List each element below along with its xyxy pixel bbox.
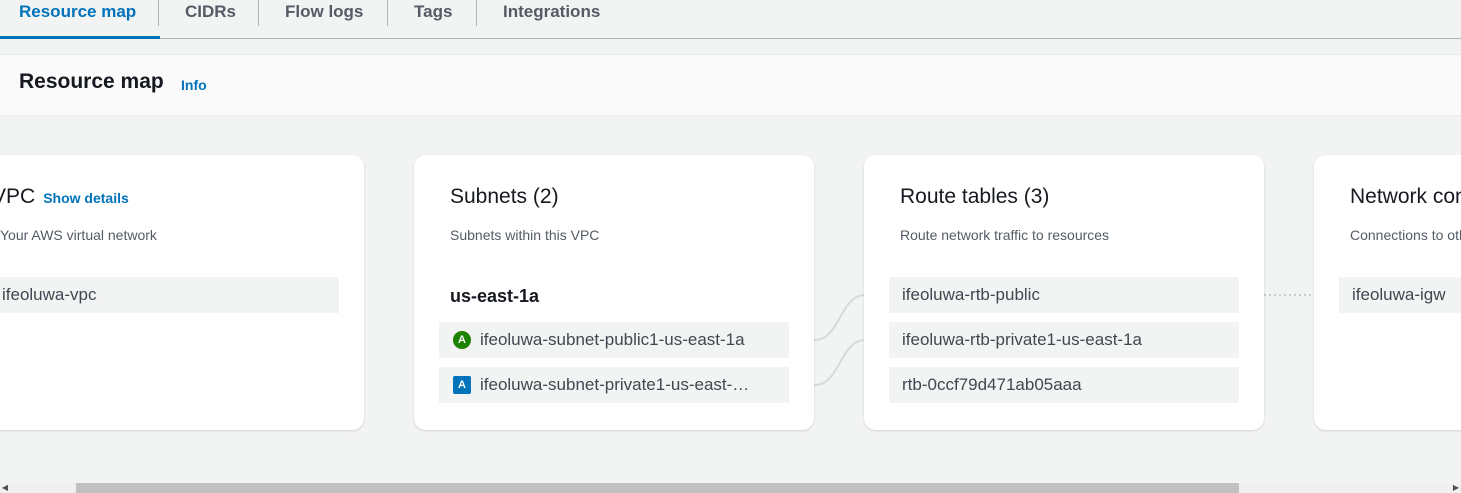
route-table-item-public[interactable]: ifeoluwa-rtb-public [889,277,1239,313]
horizontal-scrollbar[interactable]: ◀ ▶ [0,483,1461,493]
tab-integrations-label: Integrations [503,2,601,21]
network-connections-card: Network connections Connections to other… [1314,155,1461,430]
scroll-left-arrow-icon[interactable]: ◀ [0,483,10,493]
subnets-card-title: Subnets (2) [450,185,559,208]
info-link[interactable]: Info [181,77,207,93]
show-details-link[interactable]: Show details [43,190,129,206]
route-tables-card-title: Route tables (3) [900,185,1050,208]
route-tables-card-description: Route network traffic to resources [900,227,1110,243]
tab-resource-map-label: Resource map [19,2,137,21]
subnet-item-label: ifeoluwa-subnet-private1-us-east-… [480,375,750,394]
subnet-item-private[interactable]: A ifeoluwa-subnet-private1-us-east-… [439,367,789,403]
internet-gateway-item[interactable]: ifeoluwa-igw [1339,277,1461,313]
vpc-item[interactable]: ifeoluwa-vpc [0,277,339,313]
network-connections-card-title: Network connections [1350,185,1461,208]
tab-resource-map[interactable]: Resource map [0,0,161,39]
tab-bar: Resource map CIDRs Flow logs Tags Integr… [0,0,1461,39]
subnets-card: Subnets (2) Subnets within this VPC us-e… [414,155,814,430]
tab-cidrs[interactable]: CIDRs [185,0,236,38]
tab-divider [476,0,477,26]
scroll-right-arrow-icon[interactable]: ▶ [1451,483,1461,493]
availability-zone-label: us-east-1a [450,286,540,306]
vpc-card-description: Your AWS virtual network [0,227,157,243]
tab-cidrs-label: CIDRs [185,2,237,21]
resource-map-header: Resource map Info [0,54,1461,116]
route-tables-card: Route tables (3) Route network traffic t… [864,155,1264,430]
tab-integrations[interactable]: Integrations [503,0,600,38]
route-table-item-main[interactable]: rtb-0ccf79d471ab05aaa [889,367,1239,403]
network-connections-card-description: Connections to other networks [1350,227,1461,243]
subnet-item-public[interactable]: A ifeoluwa-subnet-public1-us-east-1a [439,322,789,358]
subnet-item-label: ifeoluwa-subnet-public1-us-east-1a [480,330,745,349]
resource-map-canvas: VPC Show details Your AWS virtual network… [0,115,1461,483]
active-tab-indicator [0,36,161,39]
vpc-card: VPC Show details Your AWS virtual network… [0,155,364,430]
vpc-card-title: VPC Show details [0,185,129,209]
tab-divider [387,0,388,26]
private-subnet-badge-icon: A [453,376,471,394]
vpc-title-text: VPC [0,185,36,208]
tab-divider [158,0,159,26]
page-title: Resource map [19,70,164,93]
tab-tags-label: Tags [414,2,453,21]
tab-flow-logs[interactable]: Flow logs [285,0,363,38]
route-table-item-private[interactable]: ifeoluwa-rtb-private1-us-east-1a [889,322,1239,358]
public-subnet-badge-icon: A [453,331,471,349]
subnets-card-description: Subnets within this VPC [450,227,600,243]
tab-flow-logs-label: Flow logs [285,2,364,21]
tab-tags[interactable]: Tags [414,0,452,38]
tab-divider [258,0,259,26]
scrollbar-thumb[interactable] [76,483,1239,493]
